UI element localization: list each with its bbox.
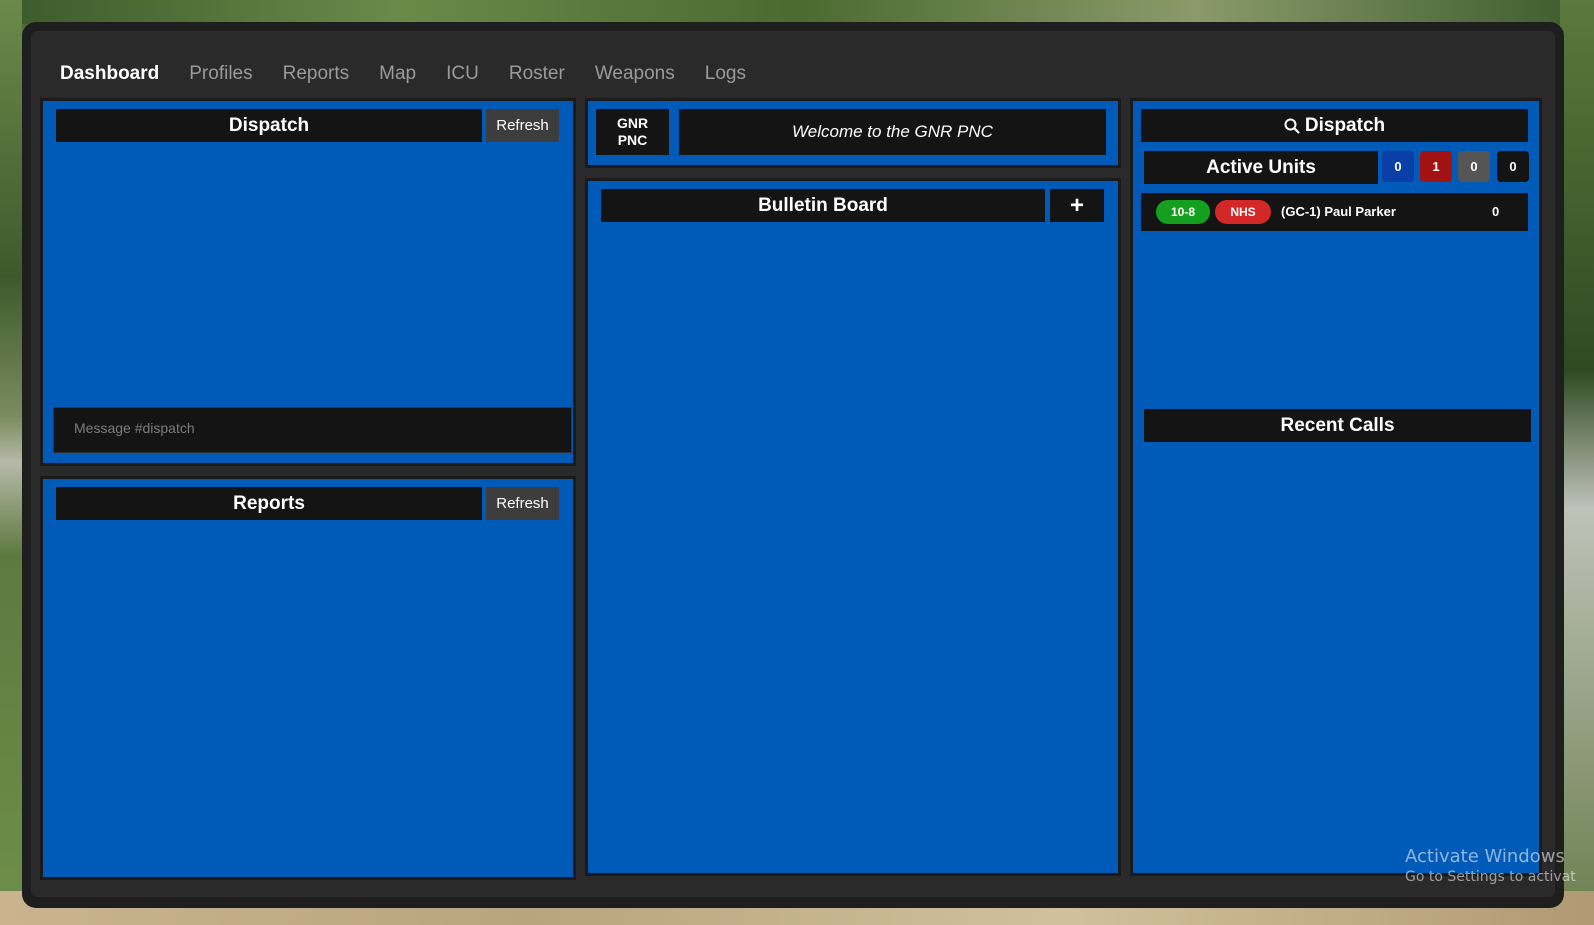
unit-count-badge: 0 <box>1458 151 1490 182</box>
logo-line-2: PNC <box>617 132 648 148</box>
search-dispatch-button[interactable]: Dispatch <box>1141 109 1528 142</box>
unit-name: (GC-1) Paul Parker <box>1281 204 1396 219</box>
pnc-inner: Dashboard Profiles Reports Map ICU Roste… <box>31 31 1555 897</box>
dispatch-message-input[interactable] <box>53 407 572 453</box>
nav-reports[interactable]: Reports <box>283 61 350 87</box>
watermark-line-1: Activate Windows <box>1405 846 1565 867</box>
background-left <box>0 0 22 925</box>
unit-count-badge: 1 <box>1420 151 1452 182</box>
nav-roster[interactable]: Roster <box>509 61 565 87</box>
logo-line-1: GNR <box>616 115 649 131</box>
reports-title: Reports <box>56 487 482 520</box>
nav-profiles[interactable]: Profiles <box>189 61 252 87</box>
reports-refresh-button[interactable]: Refresh <box>486 487 559 520</box>
unit-department-pill: NHS <box>1215 200 1271 224</box>
unit-row[interactable]: 10-8 NHS (GC-1) Paul Parker 0 <box>1141 193 1528 231</box>
units-panel: Dispatch Active Units 0100 10-8 NHS (GC-1)… <box>1130 98 1542 876</box>
unit-count-badge: 0 <box>1382 151 1414 182</box>
search-icon <box>1284 118 1300 134</box>
dispatch-panel: Dispatch Refresh <box>40 98 576 466</box>
reports-panel: Reports Refresh <box>40 476 576 880</box>
dispatch-title: Dispatch <box>56 109 482 142</box>
nav-logs[interactable]: Logs <box>705 61 746 87</box>
nav-dashboard[interactable]: Dashboard <box>60 61 159 87</box>
pnc-window: Dashboard Profiles Reports Map ICU Roste… <box>22 22 1564 908</box>
welcome-message: Welcome to the GNR PNC <box>679 109 1106 155</box>
search-dispatch-label: Dispatch <box>1304 114 1386 136</box>
dispatch-refresh-button[interactable]: Refresh <box>486 109 559 142</box>
bulletin-panel: Bulletin Board + <box>585 178 1121 876</box>
background-right <box>1560 0 1594 925</box>
nav-icu[interactable]: ICU <box>446 61 479 87</box>
welcome-panel: GNR PNC Welcome to the GNR PNC <box>585 98 1121 168</box>
background-foliage-top <box>0 0 1594 24</box>
unit-status-pill: 10-8 <box>1156 200 1210 224</box>
bulletin-title: Bulletin Board <box>601 189 1045 222</box>
top-nav: Dashboard Profiles Reports Map ICU Roste… <box>60 61 776 87</box>
unit-call-count: 0 <box>1492 204 1500 219</box>
nav-weapons[interactable]: Weapons <box>595 61 675 87</box>
watermark-line-2: Go to Settings to activat <box>1405 869 1576 885</box>
nav-map[interactable]: Map <box>379 61 416 87</box>
bulletin-add-button[interactable]: + <box>1050 189 1104 222</box>
windows-activation-watermark: Activate Windows Go to Settings to activ… <box>1405 846 1576 885</box>
unit-count-badge: 0 <box>1497 151 1529 182</box>
gnr-pnc-logo: GNR PNC <box>596 109 669 155</box>
active-units-title: Active Units <box>1144 151 1378 184</box>
recent-calls-title: Recent Calls <box>1144 409 1531 442</box>
